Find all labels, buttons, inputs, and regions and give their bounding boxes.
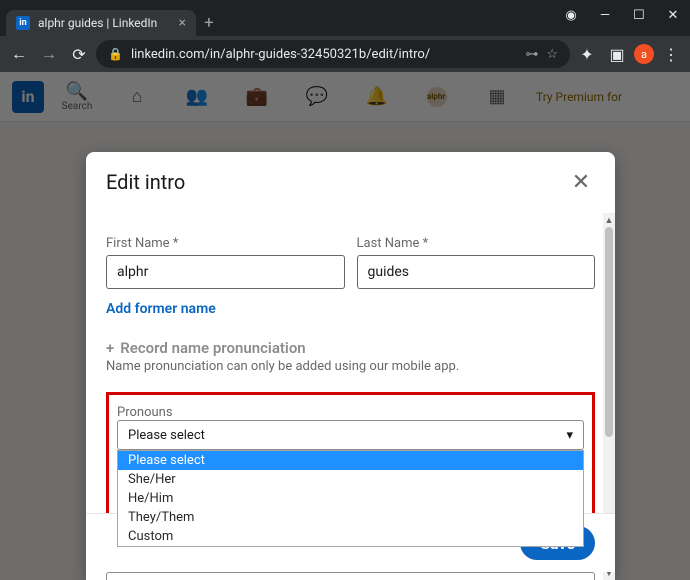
plus-icon: + [106, 339, 114, 357]
modal-title: Edit intro [106, 170, 185, 194]
edit-intro-modal: Edit intro ✕ ▲ ▼ First Name * Last Name … [86, 152, 615, 580]
pronouns-label: Pronouns [117, 405, 173, 420]
lock-icon: 🔒 [108, 47, 123, 61]
option-he-him[interactable]: He/Him [118, 489, 583, 508]
record-pronunciation: + Record name pronunciation [106, 339, 595, 357]
account-dot-icon[interactable]: ◉ [554, 0, 588, 30]
profile-avatar[interactable]: a [634, 44, 654, 64]
tab-title: alphr guides | LinkedIn [38, 16, 171, 30]
pronouns-dropdown: Please select She/Her He/Him They/Them C… [117, 450, 584, 547]
address-bar[interactable]: 🔒 linkedin.com/in/alphr-guides-32450321b… [96, 40, 570, 68]
pronouns-highlight: Pronouns Please select ▾ Please select S… [106, 392, 595, 535]
maximize-button[interactable]: ☐ [622, 0, 656, 30]
star-icon[interactable]: ☆ [546, 47, 558, 62]
close-window-button[interactable]: ✕ [656, 0, 690, 30]
pronouns-select[interactable]: Please select ▾ [117, 420, 584, 450]
browser-tab[interactable]: in alphr guides | LinkedIn × [6, 10, 196, 36]
url-text: linkedin.com/in/alphr-guides-32450321b/e… [131, 47, 517, 62]
close-tab-icon[interactable]: × [179, 15, 186, 31]
new-tab-button[interactable]: + [196, 10, 222, 36]
scroll-up-icon[interactable]: ▲ [603, 213, 615, 227]
scrollbar-thumb[interactable] [605, 227, 613, 437]
extensions-icon[interactable]: ✦ [574, 41, 600, 67]
last-name-label: Last Name * [357, 236, 596, 251]
forward-button[interactable]: → [36, 41, 62, 67]
window-controls: ◉ — ☐ ✕ [554, 0, 690, 30]
key-icon[interactable]: ⊶ [525, 47, 538, 62]
close-icon[interactable]: ✕ [567, 168, 595, 196]
chevron-down-icon: ▾ [566, 428, 573, 443]
back-button[interactable]: ← [6, 41, 32, 67]
browser-toolbar: ← → ⟳ 🔒 linkedin.com/in/alphr-guides-324… [0, 36, 690, 72]
minimize-button[interactable]: — [588, 0, 622, 30]
reload-button[interactable]: ⟳ [66, 41, 92, 67]
option-please-select[interactable]: Please select [118, 451, 583, 470]
first-name-label: First Name * [106, 236, 345, 251]
linkedin-favicon: in [16, 16, 30, 30]
last-name-input[interactable] [357, 255, 596, 289]
current-position-select[interactable]: Freelance at Alphr.com ▾ [106, 572, 595, 580]
option-custom[interactable]: Custom [118, 527, 583, 546]
option-she-her[interactable]: She/Her [118, 470, 583, 489]
menu-icon[interactable]: ⋮ [658, 41, 684, 67]
record-hint: Name pronunciation can only be added usi… [106, 359, 595, 374]
option-they-them[interactable]: They/Them [118, 508, 583, 527]
add-former-name-link[interactable]: Add former name [106, 301, 216, 317]
cast-icon[interactable]: ▣ [604, 41, 630, 67]
first-name-input[interactable] [106, 255, 345, 289]
